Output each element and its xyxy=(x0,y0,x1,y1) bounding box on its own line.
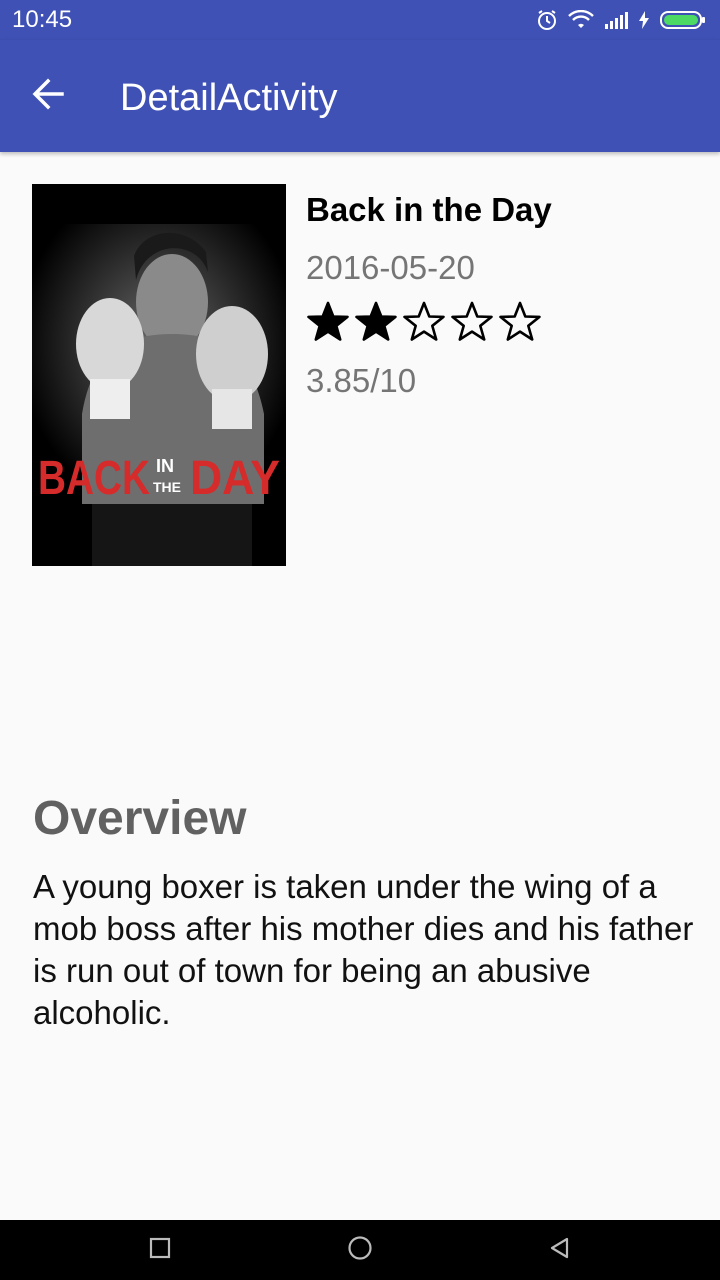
app-title: DetailActivity xyxy=(120,77,338,119)
alarm-icon xyxy=(536,9,558,31)
poster-title-in: IN xyxy=(156,456,174,476)
rating-text: 3.85/10 xyxy=(306,362,417,399)
navigation-bar xyxy=(0,1220,720,1280)
home-button[interactable] xyxy=(336,1226,384,1274)
overview-text: A young boxer is taken under the wing of… xyxy=(33,868,694,1031)
arrow-back-icon xyxy=(30,76,66,117)
app-bar: DetailActivity xyxy=(0,40,720,152)
battery-icon xyxy=(660,10,706,30)
star-empty-icon xyxy=(499,301,541,341)
wifi-icon xyxy=(568,10,594,30)
status-time: 10:45 xyxy=(12,6,73,33)
poster-title-day: DAY xyxy=(190,452,280,505)
status-bar: 10:45 xyxy=(0,0,720,40)
back-nav-button[interactable] xyxy=(536,1226,584,1274)
star-empty-icon xyxy=(451,301,493,341)
poster-title-the: THE xyxy=(153,479,181,495)
poster-title-back: BACK xyxy=(38,452,150,505)
overview-heading: Overview xyxy=(33,792,247,845)
star-filled-icon xyxy=(307,301,349,341)
recents-icon xyxy=(148,1236,172,1265)
charging-icon xyxy=(638,11,650,29)
status-icons xyxy=(536,8,706,32)
back-button[interactable] xyxy=(24,72,72,120)
star-filled-icon xyxy=(355,301,397,341)
release-date: 2016-05-20 xyxy=(306,249,475,286)
movie-poster: BACK IN THE DAY xyxy=(32,184,286,566)
back-icon xyxy=(548,1236,572,1265)
star-empty-icon xyxy=(403,301,445,341)
signal-icon xyxy=(604,11,628,29)
recents-button[interactable] xyxy=(136,1226,184,1274)
rating-stars xyxy=(306,300,542,344)
movie-title: Back in the Day xyxy=(306,191,552,228)
home-icon xyxy=(347,1235,373,1266)
